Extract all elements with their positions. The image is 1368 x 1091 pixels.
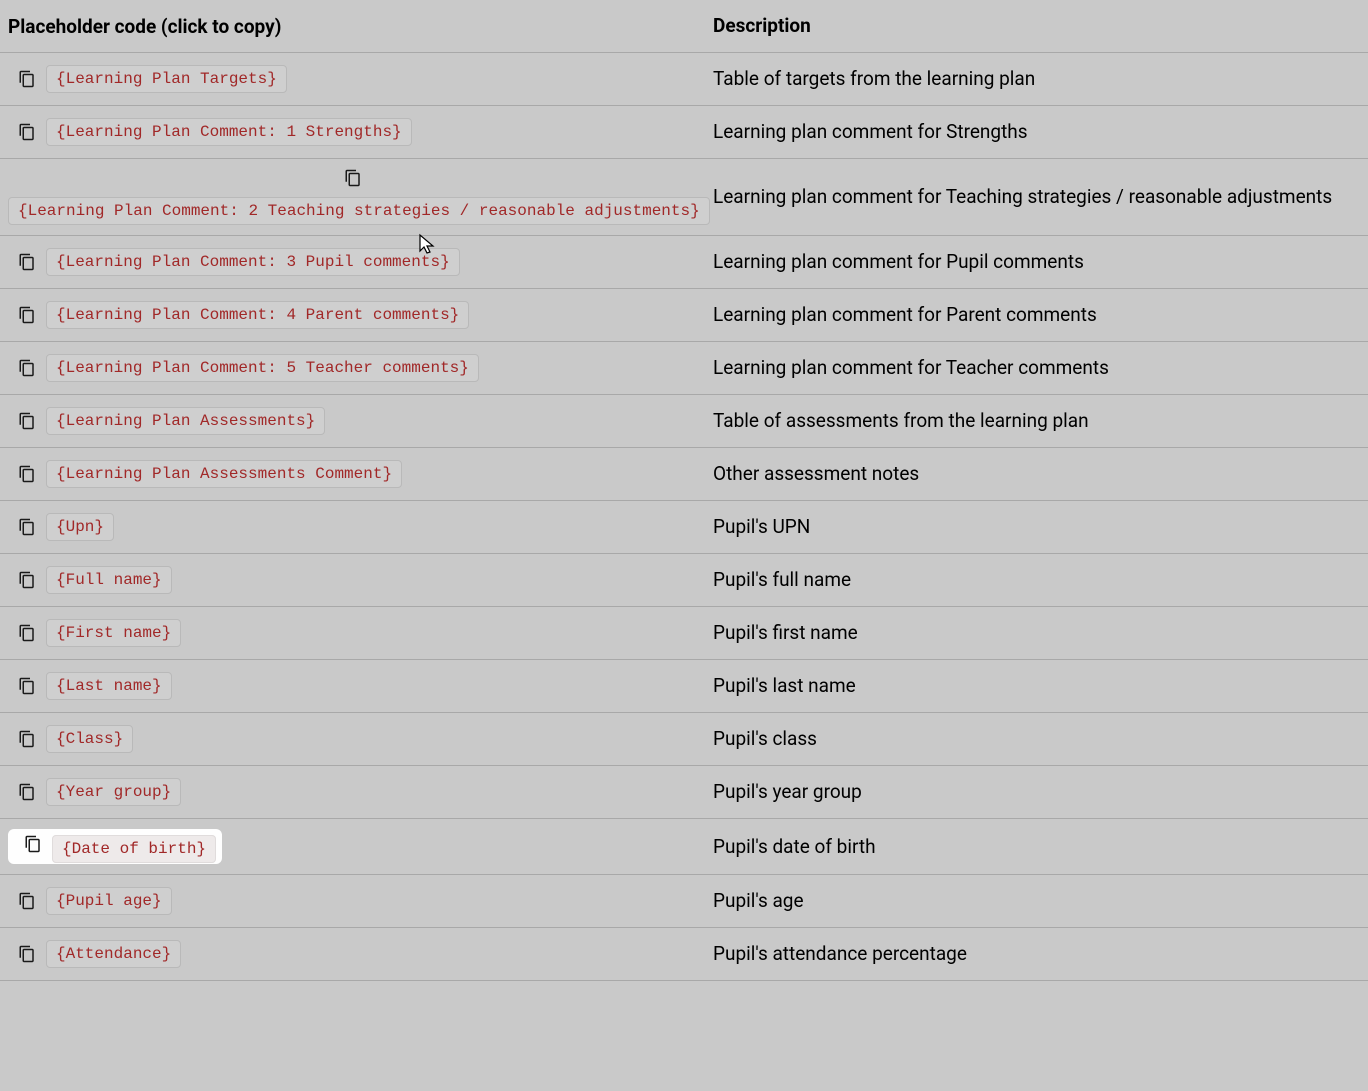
table-row: {Class} Pupil's class [0, 713, 1368, 766]
description-cell: Pupil's full name [705, 556, 1368, 604]
placeholder-table: Placeholder code (click to copy) Descrip… [0, 0, 1368, 981]
copy-icon[interactable] [8, 571, 46, 589]
copy-icon[interactable] [8, 70, 46, 88]
placeholder-code[interactable]: {Full name} [46, 566, 172, 594]
table-row: {Year group} Pupil's year group [0, 766, 1368, 819]
table-row: {Learning Plan Assessments} Table of asse… [0, 395, 1368, 448]
placeholder-code[interactable]: {Last name} [46, 672, 172, 700]
description-cell: Learning plan comment for Parent comment… [705, 291, 1368, 339]
table-row: {Last name} Pupil's last name [0, 660, 1368, 713]
copy-icon[interactable] [8, 892, 46, 910]
description-cell: Pupil's first name [705, 609, 1368, 657]
copy-icon[interactable] [8, 730, 46, 748]
copy-icon[interactable] [8, 465, 46, 483]
code-clickable[interactable]: {Date of birth} [8, 829, 222, 864]
code-cell[interactable]: {Learning Plan Comment: 1 Strengths} [0, 108, 705, 156]
placeholder-code[interactable]: {Pupil age} [46, 887, 172, 915]
placeholder-code[interactable]: {Learning Plan Targets} [46, 65, 287, 93]
description-cell: Table of assessments from the learning p… [705, 397, 1368, 445]
table-row: {Pupil age} Pupil's age [0, 875, 1368, 928]
table-row: {Learning Plan Comment: 3 Pupil comments… [0, 236, 1368, 289]
table-row: {Learning Plan Comment: 1 Strengths} Lear… [0, 106, 1368, 159]
copy-icon[interactable] [8, 359, 46, 377]
code-cell[interactable]: {Class} [0, 715, 705, 763]
table-row: {Learning Plan Targets} Table of targets … [0, 53, 1368, 106]
description-cell: Pupil's UPN [705, 503, 1368, 551]
copy-icon[interactable] [14, 835, 52, 853]
description-cell: Pupil's attendance percentage [705, 930, 1368, 978]
table-row: {Attendance} Pupil's attendance percentag… [0, 928, 1368, 981]
placeholder-code[interactable]: {Upn} [46, 513, 114, 541]
copy-icon[interactable] [8, 945, 46, 963]
code-cell[interactable]: {Learning Plan Assessments Comment} [0, 450, 705, 498]
placeholder-code[interactable]: {Attendance} [46, 940, 181, 968]
description-cell: Learning plan comment for Teacher commen… [705, 344, 1368, 392]
code-cell[interactable]: {Upn} [0, 503, 705, 551]
copy-icon[interactable] [8, 783, 46, 801]
table-row: {Learning Plan Assessments Comment} Other… [0, 448, 1368, 501]
description-cell: Learning plan comment for Strengths [705, 108, 1368, 156]
table-row: {Full name} Pupil's full name [0, 554, 1368, 607]
table-row: {Date of birth} Pupil's date of birth [0, 819, 1368, 875]
placeholder-code[interactable]: {Learning Plan Comment: 5 Teacher commen… [46, 354, 479, 382]
placeholder-code[interactable]: {Date of birth} [52, 835, 216, 863]
description-cell: Other assessment notes [705, 450, 1368, 498]
description-cell: Pupil's age [705, 877, 1368, 925]
code-cell[interactable]: {Learning Plan Comment: 5 Teacher commen… [0, 344, 705, 392]
code-cell[interactable]: {Full name} [0, 556, 705, 604]
description-cell: Table of targets from the learning plan [705, 55, 1368, 103]
copy-icon[interactable] [8, 412, 46, 430]
copy-icon[interactable] [8, 624, 46, 642]
code-cell[interactable]: {Attendance} [0, 930, 705, 978]
code-cell[interactable]: {Pupil age} [0, 877, 705, 925]
placeholder-code[interactable]: {Learning Plan Comment: 2 Teaching strat… [8, 197, 710, 225]
table-row: {Upn} Pupil's UPN [0, 501, 1368, 554]
description-cell: Learning plan comment for Pupil comments [705, 238, 1368, 286]
copy-icon[interactable] [8, 169, 697, 191]
code-cell[interactable]: {Year group} [0, 768, 705, 816]
placeholder-code[interactable]: {Learning Plan Comment: 3 Pupil comments… [46, 248, 460, 276]
code-cell[interactable]: {Last name} [0, 662, 705, 710]
copy-icon[interactable] [8, 518, 46, 536]
copy-icon[interactable] [8, 253, 46, 271]
placeholder-code[interactable]: {Learning Plan Comment: 1 Strengths} [46, 118, 412, 146]
code-cell[interactable]: {Learning Plan Assessments} [0, 397, 705, 445]
table-row: {Learning Plan Comment: 5 Teacher commen… [0, 342, 1368, 395]
header-description: Description [705, 2, 1368, 50]
code-cell[interactable]: {Learning Plan Comment: 3 Pupil comments… [0, 238, 705, 286]
placeholder-code[interactable]: {Class} [46, 725, 133, 753]
code-cell[interactable]: {Learning Plan Targets} [0, 55, 705, 103]
description-cell: Pupil's date of birth [705, 823, 1368, 871]
copy-icon[interactable] [8, 123, 46, 141]
placeholder-code[interactable]: {Year group} [46, 778, 181, 806]
description-cell: Pupil's class [705, 715, 1368, 763]
placeholder-code[interactable]: {Learning Plan Assessments Comment} [46, 460, 402, 488]
code-cell[interactable]: {First name} [0, 609, 705, 657]
table-header-row: Placeholder code (click to copy) Descrip… [0, 0, 1368, 53]
placeholder-code[interactable]: {Learning Plan Comment: 4 Parent comment… [46, 301, 469, 329]
table-row: {First name} Pupil's first name [0, 607, 1368, 660]
header-code: Placeholder code (click to copy) [0, 5, 705, 48]
copy-icon[interactable] [8, 306, 46, 324]
description-cell: Pupil's last name [705, 662, 1368, 710]
table-row: {Learning Plan Comment: 2 Teaching strat… [0, 159, 1368, 236]
table-row: {Learning Plan Comment: 4 Parent comment… [0, 289, 1368, 342]
code-cell[interactable]: {Date of birth} [0, 819, 705, 874]
description-cell: Pupil's year group [705, 768, 1368, 816]
placeholder-code[interactable]: {Learning Plan Assessments} [46, 407, 325, 435]
placeholder-code[interactable]: {First name} [46, 619, 181, 647]
code-cell[interactable]: {Learning Plan Comment: 2 Teaching strat… [0, 159, 705, 235]
code-cell[interactable]: {Learning Plan Comment: 4 Parent comment… [0, 291, 705, 339]
description-cell: Learning plan comment for Teaching strat… [705, 173, 1368, 221]
copy-icon[interactable] [8, 677, 46, 695]
